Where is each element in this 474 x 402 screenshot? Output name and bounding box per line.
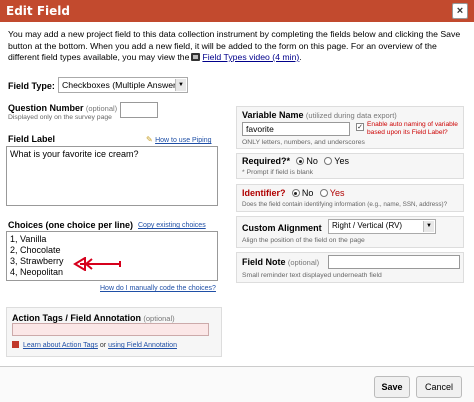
required-no-radio[interactable]: [296, 157, 305, 165]
question-number-input[interactable]: [120, 102, 158, 118]
question-number-hint: Displayed only on the survey page: [8, 114, 112, 121]
field-types-video-link[interactable]: Field Types video (4 min): [202, 52, 299, 62]
cancel-button[interactable]: Cancel: [416, 376, 462, 398]
identifier-hint: Does the field contain identifying infor…: [242, 201, 448, 208]
intro-text: You may add a new project field to this …: [8, 29, 468, 64]
identifier-label: Identifier?: [242, 188, 286, 198]
auto-naming-checkbox[interactable]: ✓: [356, 123, 364, 131]
auto-naming-label: Enable auto naming of variable based upo…: [367, 121, 458, 136]
field-annotation-link[interactable]: using Field Annotation: [108, 342, 177, 349]
action-tags-label: Action Tags / Field Annotation: [12, 313, 141, 323]
question-number-label: Question Number: [8, 103, 84, 113]
red-arrow-annotation: [73, 257, 121, 271]
required-label: Required?*: [242, 156, 291, 166]
custom-alignment-select[interactable]: Right / Vertical (RV) ▼: [328, 219, 436, 234]
field-label-label: Field Label: [8, 134, 56, 144]
variable-name-label: Variable Name: [242, 110, 304, 120]
required-row: Required?* No Yes: [242, 156, 349, 166]
field-type-value: Checkboxes (Multiple Answers): [62, 80, 184, 90]
piping-link-wrap: ✎ How to use Piping: [146, 134, 212, 144]
action-tags-label-wrap: Action Tags / Field Annotation (optional…: [12, 313, 175, 323]
variable-name-rule: ONLY letters, numbers, and underscores: [242, 139, 365, 146]
custom-alignment-label: Custom Alignment: [242, 223, 322, 233]
variable-name-label-wrap: Variable Name (utilized during data expo…: [242, 110, 397, 120]
intro-line-3-suffix: .: [299, 52, 302, 62]
custom-alignment-value: Right / Vertical (RV): [332, 221, 403, 230]
choice-line: 1, Vanilla: [10, 234, 47, 244]
field-note-hint: Small reminder text displayed underneath…: [242, 272, 382, 279]
film-icon: [191, 53, 201, 61]
variable-name-input[interactable]: favorite: [242, 122, 350, 136]
field-note-optional: (optional): [287, 258, 320, 267]
choice-line: 2, Chocolate: [10, 245, 61, 255]
action-tag-icon: [12, 341, 19, 348]
required-yes-radio[interactable]: [324, 157, 333, 165]
identifier-no-label: No: [301, 188, 314, 198]
required-no-label: No: [306, 156, 318, 166]
action-tags-input[interactable]: [12, 323, 209, 336]
or-text: or: [99, 342, 107, 349]
close-icon[interactable]: ×: [452, 3, 468, 19]
field-type-label: Field Type:: [8, 81, 55, 91]
manual-code-link[interactable]: How do I manually code the choices?: [100, 285, 216, 292]
intro-line-2: button at the bottom. When you add a new…: [8, 40, 437, 51]
intro-line-3: different field types available, you may…: [8, 52, 468, 64]
question-number-optional: (optional): [85, 104, 118, 113]
field-label-textarea[interactable]: What is your favorite ice cream?: [6, 146, 218, 206]
action-tags-links: Learn about Action Tags or using Field A…: [12, 341, 177, 349]
save-button[interactable]: Save: [374, 376, 410, 398]
required-yes-label: Yes: [334, 156, 349, 166]
dialog-title-bar: Edit Field ×: [0, 0, 474, 22]
copy-choices-link[interactable]: Copy existing choices: [138, 222, 206, 229]
custom-alignment-hint: Align the position of the field on the p…: [242, 237, 365, 244]
identifier-yes-radio[interactable]: [319, 189, 328, 197]
dropdown-arrow-icon: ▼: [423, 221, 434, 232]
identifier-row: Identifier? No Yes: [242, 188, 344, 198]
intro-line-3-prefix: different field types available, you may…: [8, 52, 190, 62]
field-note-input[interactable]: [328, 255, 460, 269]
field-note-label-wrap: Field Note (optional): [242, 257, 319, 267]
action-tags-optional: (optional): [143, 314, 175, 323]
piping-link[interactable]: How to use Piping: [155, 137, 211, 144]
intro-line-1: You may add a new project field to this …: [8, 29, 461, 39]
dropdown-arrow-icon: ▼: [175, 79, 186, 91]
dialog-title: Edit Field: [6, 4, 70, 18]
choices-textarea[interactable]: 1, Vanilla 2, Chocolate 3, Strawberry 4,…: [6, 231, 218, 281]
identifier-yes-label: Yes: [329, 188, 345, 198]
learn-action-tags-link[interactable]: Learn about Action Tags: [23, 342, 98, 349]
question-number-label-wrap: Question Number (optional): [8, 103, 117, 113]
choices-label: Choices (one choice per line): [8, 220, 134, 230]
required-hint: * Prompt if field is blank: [242, 169, 314, 176]
field-type-select[interactable]: Checkboxes (Multiple Answers) ▼: [58, 77, 188, 93]
variable-name-hint-inline: (utilized during data export): [305, 111, 397, 120]
pencil-icon: ✎: [146, 135, 153, 144]
field-note-label: Field Note: [242, 257, 286, 267]
identifier-no-radio[interactable]: [291, 189, 300, 197]
